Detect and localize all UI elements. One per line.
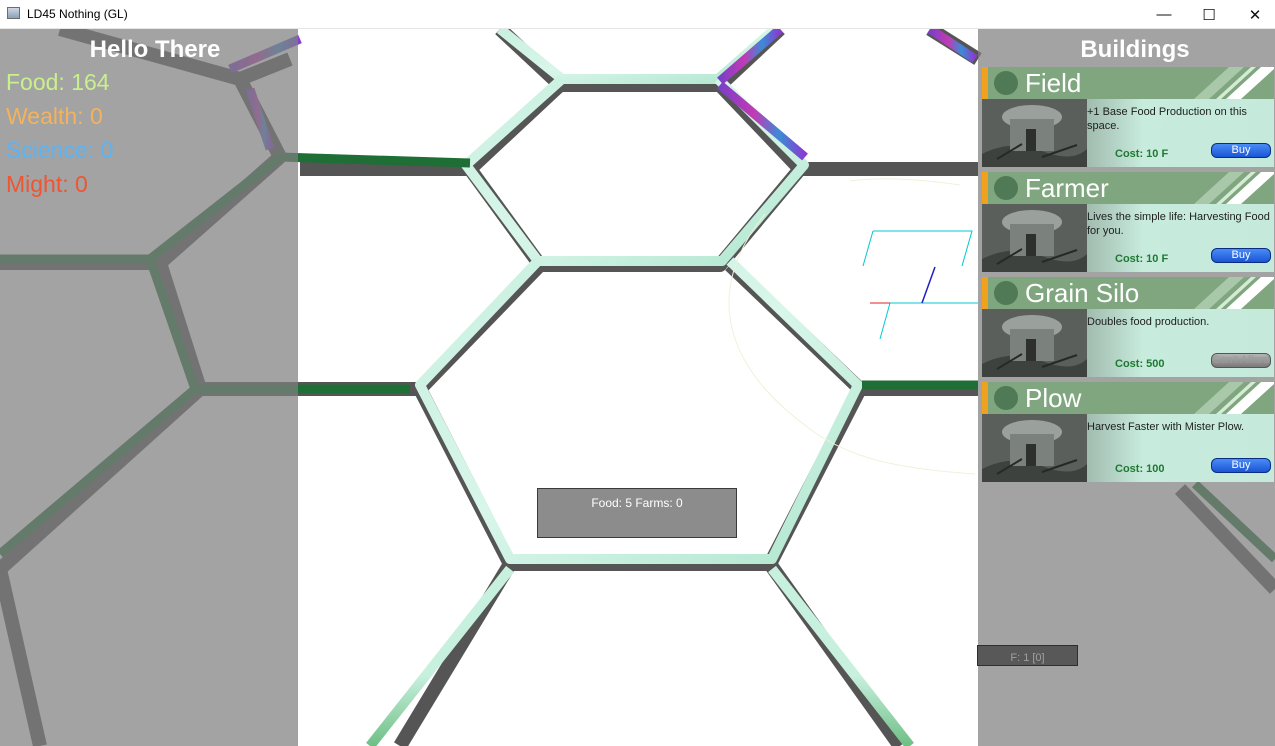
building-card-body: Doubles food production. Cost: 500 Can't… <box>982 309 1274 377</box>
header-stripes-decoration <box>1194 277 1274 309</box>
window-title: LD45 Nothing (GL) <box>27 7 128 21</box>
building-card-header: Field <box>982 67 1274 99</box>
wealth-stat: Wealth: 0 <box>6 103 103 129</box>
building-cost: Cost: 500 <box>1115 358 1165 370</box>
buy-farmer-button[interactable]: Buy <box>1211 248 1271 263</box>
card-accent-bar <box>982 382 988 414</box>
building-name: Farmer <box>1025 173 1109 203</box>
building-card-plow: Plow Harvest Faster with Mister Plow. Co… <box>982 382 1274 482</box>
building-description: +1 Base Food Production on this space. <box>1087 106 1247 132</box>
building-card-body: Lives the simple life: Harvesting Food f… <box>982 204 1274 272</box>
card-accent-bar <box>982 172 988 204</box>
card-accent-bar <box>982 67 988 99</box>
building-description: Harvest Faster with Mister Plow. <box>1087 421 1245 433</box>
science-stat: Science: 0 <box>6 137 114 163</box>
building-image <box>982 99 1087 167</box>
debug-counter: F: 1 [0] <box>977 645 1078 666</box>
building-name: Grain Silo <box>1025 278 1140 308</box>
building-card-field: Field +1 Base Food Production on this sp… <box>982 67 1274 167</box>
close-button[interactable]: ✕ <box>1232 0 1275 29</box>
maximize-button[interactable]: ☐ <box>1186 0 1232 29</box>
building-card-grain-silo: Grain Silo Doubles food production. Cost… <box>982 277 1274 377</box>
building-cost: Cost: 100 <box>1115 463 1165 475</box>
header-stripes-decoration <box>1194 382 1274 414</box>
window-titlebar: LD45 Nothing (GL) — ☐ ✕ <box>0 0 1275 29</box>
building-card-farmer: Farmer Lives the simple life: Harvesting… <box>982 172 1274 272</box>
buildings-panel-title: Buildings <box>1080 36 1190 63</box>
hex-highlight <box>415 29 863 564</box>
building-status-icon <box>994 386 1018 410</box>
might-stat: Might: 0 <box>6 171 88 197</box>
building-status-icon <box>994 176 1018 200</box>
building-image <box>982 309 1087 377</box>
buy-plow-button[interactable]: Buy <box>1211 458 1271 473</box>
building-name: Plow <box>1025 383 1082 413</box>
building-image <box>982 204 1087 272</box>
debug-gizmo <box>728 178 978 475</box>
minimize-button[interactable]: — <box>1141 0 1187 29</box>
building-card-header: Plow <box>982 382 1274 414</box>
colorful-edge <box>228 29 978 161</box>
building-status-icon <box>994 281 1018 305</box>
building-card-header: Farmer <box>982 172 1274 204</box>
building-cost: Cost: 10 F <box>1115 253 1169 265</box>
resources-panel-title: Hello There <box>89 36 221 63</box>
buy-field-button[interactable]: Buy <box>1211 143 1271 158</box>
app-icon <box>7 7 20 19</box>
building-name: Field <box>1025 68 1082 98</box>
header-stripes-decoration <box>1194 67 1274 99</box>
card-accent-bar <box>982 277 988 309</box>
building-status-icon <box>994 71 1018 95</box>
header-stripes-decoration <box>1194 172 1274 204</box>
building-image <box>982 414 1087 482</box>
building-card-body: +1 Base Food Production on this space. C… <box>982 99 1274 167</box>
building-description: Doubles food production. <box>1087 316 1210 328</box>
game-viewport[interactable]: Hello There Food: 164 Wealth: 0 Science:… <box>0 29 1275 746</box>
building-cost: Cost: 10 F <box>1115 148 1169 160</box>
building-card-body: Harvest Faster with Mister Plow. Cost: 1… <box>982 414 1274 482</box>
buy-grain-silo-button[interactable]: Can't Afford <box>1211 353 1271 368</box>
building-description: Lives the simple life: Harvesting Food f… <box>1087 211 1270 237</box>
food-stat: Food: 164 <box>6 69 110 95</box>
building-card-header: Grain Silo <box>982 277 1274 309</box>
tile-info-box: Food: 5 Farms: 0 <box>537 488 737 538</box>
